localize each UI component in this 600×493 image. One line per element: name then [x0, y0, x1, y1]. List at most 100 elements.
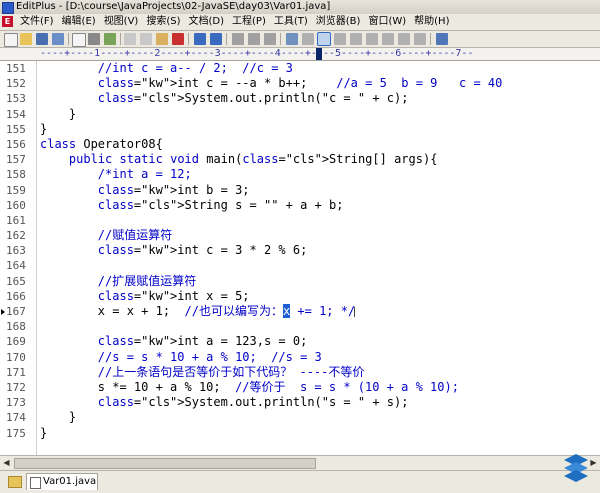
code-line[interactable]: 160 class="cls">String s = "" + a + b;	[0, 198, 600, 213]
line-number: 175	[6, 426, 26, 440]
copy-icon[interactable]	[140, 33, 152, 45]
document-icon[interactable]: E	[2, 16, 13, 27]
cut-icon[interactable]	[124, 33, 136, 45]
code-text: s *= 10 + a % 10; //等价于 s = s * (10 + a …	[40, 379, 459, 394]
code-text: //int c = a-- / 2; //c = 3	[97, 61, 293, 75]
save-icon[interactable]	[36, 33, 48, 45]
code-text: }	[40, 410, 77, 425]
line-number: 157	[6, 153, 26, 167]
line-number-icon[interactable]	[317, 32, 331, 46]
ruler-scale: ----+----1----+----2----+----3----+----4…	[40, 48, 474, 59]
delete-icon[interactable]	[172, 33, 184, 45]
menu-search[interactable]: 搜索(S)	[142, 14, 184, 30]
code-line[interactable]: 163 class="kw">int c = 3 * 2 % 6;	[0, 243, 600, 258]
line-number: 166	[6, 289, 26, 303]
code-line[interactable]: 156 class Operator08{	[0, 137, 600, 152]
menu-view[interactable]: 视图(V)	[100, 14, 143, 30]
tab-var01[interactable]: Var01.java	[26, 473, 98, 490]
new-file-icon[interactable]	[4, 33, 18, 47]
browser-icon[interactable]	[414, 33, 426, 45]
code-line[interactable]: 155}	[0, 122, 600, 137]
redo-icon[interactable]	[210, 33, 222, 45]
line-number: 172	[6, 380, 26, 394]
code-text: class="kw">int b = 3;	[97, 182, 250, 197]
code-line[interactable]: 166 class="kw">int x = 5;	[0, 289, 600, 304]
document-tab-bar: Var01.java	[0, 470, 600, 493]
code-line[interactable]: 162 //赋值运算符	[0, 228, 600, 243]
code-text: /*int a = 12;	[97, 167, 192, 182]
code-line[interactable]: 153 class="cls">System.out.println("c = …	[0, 91, 600, 106]
code-line[interactable]: 159 class="kw">int b = 3;	[0, 183, 600, 198]
code-line[interactable]: 158 /*int a = 12;	[0, 167, 600, 182]
menu-window[interactable]: 窗口(W)	[364, 14, 410, 30]
line-number: 164	[6, 259, 26, 273]
line-number: 163	[6, 244, 26, 258]
save-all-icon[interactable]	[52, 33, 64, 45]
code-line[interactable]: 174 }	[0, 410, 600, 425]
menu-project[interactable]: 工程(P)	[228, 14, 270, 30]
menu-help[interactable]: 帮助(H)	[410, 14, 453, 30]
print-preview-icon[interactable]	[72, 33, 86, 47]
code-text: //扩展赋值运算符	[97, 273, 197, 288]
menu-edit[interactable]: 编辑(E)	[58, 14, 100, 30]
code-text: //s = s * 10 + a % 10; //s = 3	[97, 349, 322, 364]
folder-icon[interactable]	[8, 476, 22, 488]
mouse-ibeam-cursor	[354, 307, 355, 317]
line-number: 158	[6, 168, 26, 182]
print-icon[interactable]	[88, 33, 100, 45]
line-number: 169	[6, 335, 26, 349]
line-number: 167	[6, 305, 26, 318]
help-icon[interactable]	[436, 33, 448, 45]
line-number: 151	[6, 62, 26, 75]
code-line[interactable]: 168	[0, 319, 600, 334]
horizontal-scrollbar[interactable]: ◀ ▶	[0, 455, 600, 470]
menu-document[interactable]: 文档(D)	[185, 14, 229, 30]
code-line[interactable]: 165 //扩展赋值运算符	[0, 274, 600, 289]
undo-icon[interactable]	[194, 33, 206, 45]
window-title: EditPlus - [D:\course\JavaProjects\02-Ja…	[16, 1, 331, 12]
code-line[interactable]: 175}	[0, 426, 600, 441]
line-number: 153	[6, 92, 26, 106]
code-text: //上一条语句是否等价于如下代码？ ----不等价	[97, 364, 365, 379]
open-icon[interactable]	[20, 33, 32, 45]
tab-label: Var01.java	[43, 476, 97, 487]
code-line[interactable]: 170 //s = s * 10 + a % 10; //s = 3	[0, 350, 600, 365]
scroll-thumb[interactable]	[14, 458, 316, 469]
code-line[interactable]: 152 class="kw">int c = --a * b++; //a = …	[0, 76, 600, 91]
whitespace-icon[interactable]	[350, 33, 362, 45]
scroll-left-icon[interactable]: ◀	[1, 457, 12, 468]
word-wrap-icon[interactable]	[286, 33, 298, 45]
screen-icon[interactable]	[334, 33, 346, 45]
line-number: 152	[6, 77, 26, 91]
code-editor[interactable]: 151 //int c = a-- / 2; //c = 3 152 class=…	[0, 61, 600, 455]
code-line[interactable]: 167 x = x + 1; //也可以编写为：x += 1; */	[0, 304, 600, 319]
code-line[interactable]: 157 public static void main(class="cls">…	[0, 152, 600, 167]
find-next-icon[interactable]	[264, 33, 276, 45]
code-text: class="cls">String s = "" + a + b;	[97, 197, 344, 212]
menu-browser[interactable]: 浏览器(B)	[312, 14, 365, 30]
paste-icon[interactable]	[156, 33, 168, 45]
toolbar	[0, 31, 600, 48]
find-icon[interactable]	[232, 33, 244, 45]
code-line[interactable]: 173 class="cls">System.out.println("s = …	[0, 395, 600, 410]
menu-file[interactable]: 文件(F)	[16, 14, 58, 30]
ruler-icon[interactable]	[302, 33, 314, 45]
fullscreen-icon[interactable]	[366, 33, 378, 45]
ruler-caret-marker	[316, 48, 322, 60]
code-line[interactable]: 172 s *= 10 + a % 10; //等价于 s = s * (10 …	[0, 380, 600, 395]
replace-icon[interactable]	[248, 33, 260, 45]
spellcheck-icon[interactable]	[104, 33, 116, 45]
line-number: 156	[6, 137, 26, 151]
menu-tools[interactable]: 工具(T)	[270, 14, 312, 30]
code-line[interactable]: 161	[0, 213, 600, 228]
code-line[interactable]: 171 //上一条语句是否等价于如下代码？ ----不等价	[0, 365, 600, 380]
code-line[interactable]: 154 }	[0, 107, 600, 122]
cliptext-icon[interactable]	[398, 33, 410, 45]
code-line[interactable]: 169 class="kw">int a = 123,s = 0;	[0, 334, 600, 349]
code-line[interactable]: 164	[0, 258, 600, 273]
code-text: }	[40, 425, 48, 440]
code-line[interactable]: 151 //int c = a-- / 2; //c = 3	[0, 61, 600, 76]
code-text: class="kw">int c = --a * b++; //a = 5 b …	[97, 76, 503, 91]
code-text: class Operator08{	[40, 136, 163, 151]
directory-icon[interactable]	[382, 33, 394, 45]
